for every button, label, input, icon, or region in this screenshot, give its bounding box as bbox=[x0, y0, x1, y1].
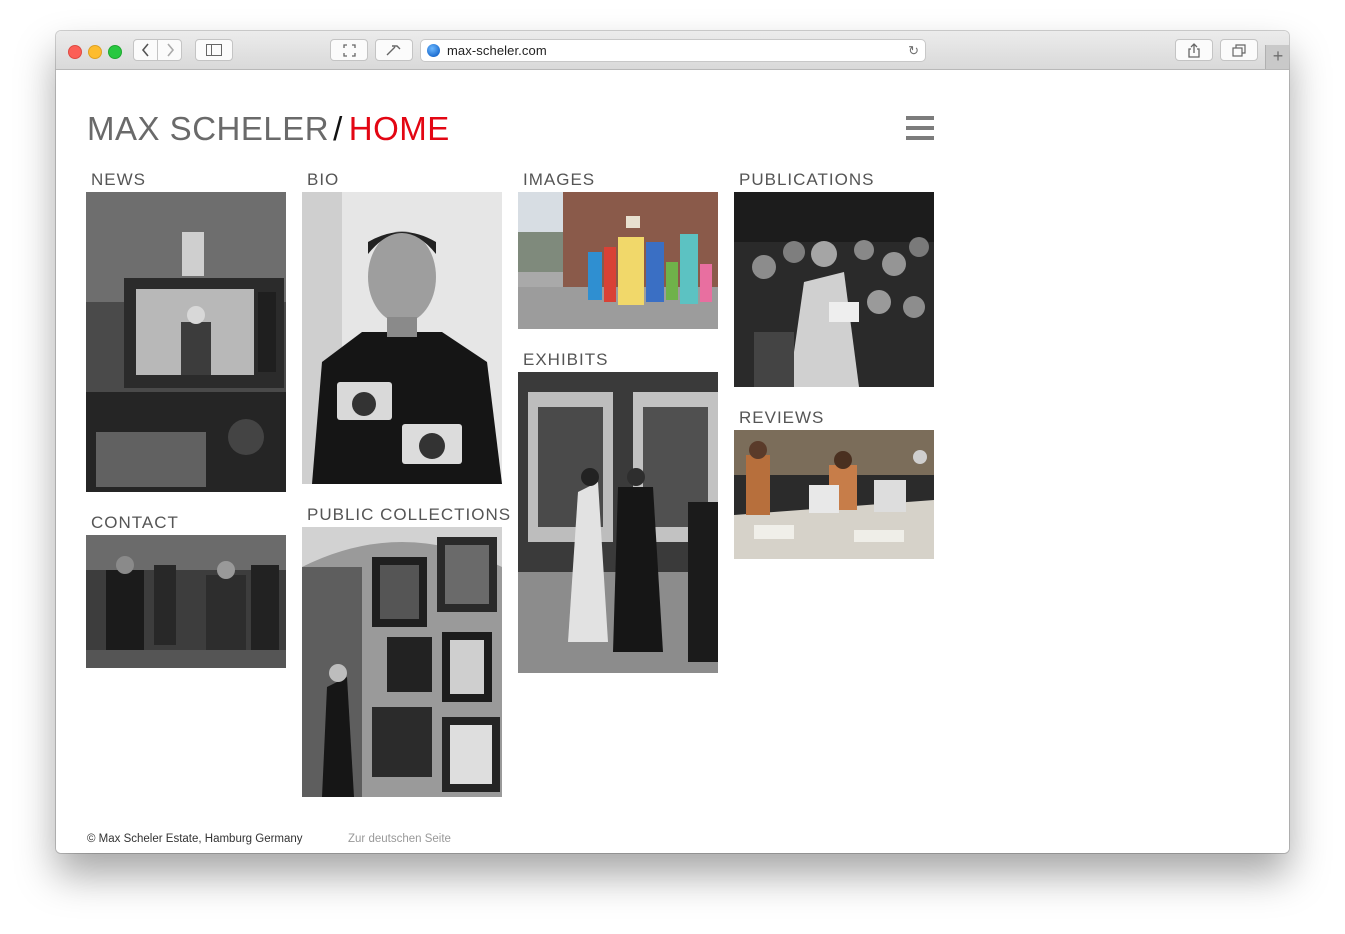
tabs-overview-icon bbox=[1232, 43, 1246, 57]
new-tab-button[interactable]: + bbox=[1265, 45, 1289, 69]
extension-button[interactable] bbox=[375, 39, 413, 61]
reload-icon[interactable]: ↻ bbox=[908, 43, 919, 59]
site-name: MAX SCHELER bbox=[87, 110, 330, 147]
contact-photo bbox=[86, 535, 286, 668]
copyright-text: © Max Scheler Estate, Hamburg Germany bbox=[87, 833, 303, 845]
forward-button[interactable] bbox=[157, 39, 182, 61]
tile-label: NEWS bbox=[91, 170, 146, 189]
images-photo bbox=[518, 192, 718, 329]
tile-label: REVIEWS bbox=[739, 408, 825, 427]
current-page-title: HOME bbox=[348, 110, 450, 147]
browser-toolbar: max-scheler.com ↻ + bbox=[56, 31, 1289, 70]
reviews-photo bbox=[734, 430, 934, 559]
back-button[interactable] bbox=[133, 39, 158, 61]
tile-label: CONTACT bbox=[91, 513, 179, 532]
german-site-link[interactable]: Zur deutschen Seite bbox=[348, 833, 451, 845]
zoom-window-button[interactable] bbox=[108, 45, 122, 59]
tile-label: IMAGES bbox=[523, 170, 596, 189]
arrow-extension-icon bbox=[386, 45, 401, 56]
sidebar-button[interactable] bbox=[195, 39, 233, 61]
expand-arrows-icon bbox=[342, 43, 356, 57]
globe-icon bbox=[427, 44, 440, 57]
address-text: max-scheler.com bbox=[447, 43, 547, 58]
share-icon bbox=[1188, 42, 1200, 58]
chevron-right-icon bbox=[166, 43, 174, 57]
sidebar-icon bbox=[206, 44, 222, 56]
tile-label: PUBLICATIONS bbox=[739, 170, 875, 189]
bio-photo bbox=[302, 192, 502, 484]
news-photo bbox=[86, 192, 286, 492]
share-button[interactable] bbox=[1175, 39, 1213, 61]
fullscreen-button[interactable] bbox=[330, 39, 368, 61]
site-logo[interactable]: MAX SCHELER / HOME bbox=[87, 110, 450, 148]
show-tabs-button[interactable] bbox=[1220, 39, 1258, 61]
public-collections-photo bbox=[302, 527, 502, 797]
exhibits-photo bbox=[518, 372, 718, 673]
address-bar[interactable]: max-scheler.com ↻ bbox=[420, 39, 926, 62]
close-window-button[interactable] bbox=[68, 45, 82, 59]
browser-window: max-scheler.com ↻ + MAX SCHELER / HOME NEW… bbox=[56, 31, 1289, 853]
menu-icon[interactable] bbox=[906, 116, 934, 140]
page-content: MAX SCHELER / HOME NEWS BIO IMAGES PUBLI… bbox=[56, 70, 1289, 853]
minimize-window-button[interactable] bbox=[88, 45, 102, 59]
publications-photo bbox=[734, 192, 934, 387]
chevron-left-icon bbox=[141, 43, 149, 57]
tile-label: PUBLIC COLLECTIONS bbox=[307, 505, 512, 524]
tile-label: EXHIBITS bbox=[523, 350, 609, 369]
tile-label: BIO bbox=[307, 170, 340, 189]
title-separator: / bbox=[333, 110, 343, 147]
